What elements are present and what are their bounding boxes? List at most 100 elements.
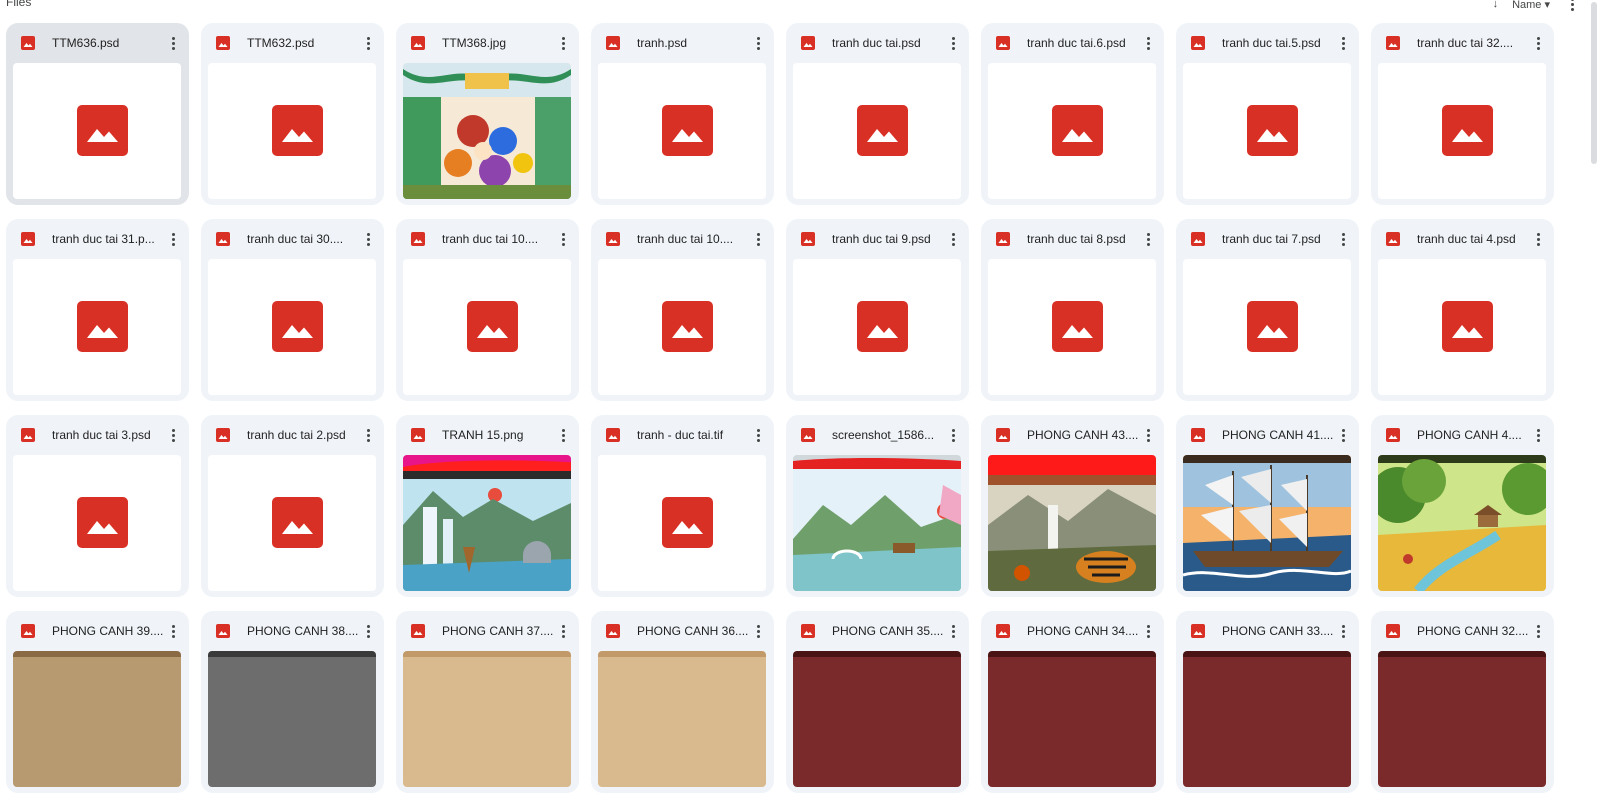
more-vert-icon[interactable] <box>1530 425 1546 445</box>
file-name: tranh.psd <box>637 36 688 50</box>
more-vert-icon[interactable] <box>360 621 376 641</box>
file-name: PHONG CANH 32.... <box>1417 624 1529 638</box>
more-vert-icon[interactable] <box>945 33 961 53</box>
image-file-icon <box>995 231 1011 247</box>
file-name: PHONG CANH 43.... <box>1027 428 1139 442</box>
file-tile[interactable]: PHONG CANH 43.... <box>981 415 1164 597</box>
file-tile[interactable]: tranh duc tai.psd <box>786 23 969 205</box>
more-vert-icon[interactable] <box>555 33 571 53</box>
file-tile[interactable]: PHONG CANH 39.... <box>6 611 189 793</box>
more-vert-icon[interactable] <box>1335 621 1351 641</box>
file-tile[interactable]: PHONG CANH 32.... <box>1371 611 1554 793</box>
file-name: tranh duc tai 7.psd <box>1222 232 1321 246</box>
file-tile-header: PHONG CANH 34.... <box>981 611 1164 651</box>
more-vert-icon[interactable] <box>1530 621 1546 641</box>
file-tile[interactable]: tranh duc tai 10.... <box>591 219 774 401</box>
file-tile-header: tranh duc tai 8.psd <box>981 219 1164 259</box>
file-tile-header: tranh duc tai 4.psd <box>1371 219 1554 259</box>
file-tile[interactable]: PHONG CANH 33.... <box>1176 611 1359 793</box>
file-tile[interactable]: tranh.psd <box>591 23 774 205</box>
more-vert-icon[interactable] <box>555 229 571 249</box>
file-tile[interactable]: screenshot_1586... <box>786 415 969 597</box>
file-tile[interactable]: tranh duc tai 4.psd <box>1371 219 1554 401</box>
file-tile[interactable]: PHONG CANH 41.... <box>1176 415 1359 597</box>
more-vert-icon[interactable] <box>1140 33 1156 53</box>
sort-direction-icon[interactable]: ↓ <box>1493 0 1499 10</box>
file-thumbnail <box>988 651 1156 787</box>
more-vert-icon[interactable] <box>555 621 571 641</box>
more-vert-icon[interactable] <box>1530 229 1546 249</box>
file-thumbnail <box>403 259 571 395</box>
file-tile[interactable]: PHONG CANH 36.... <box>591 611 774 793</box>
file-tile[interactable]: tranh duc tai.5.psd <box>1176 23 1359 205</box>
more-vert-icon[interactable] <box>360 229 376 249</box>
more-vert-icon[interactable] <box>1335 33 1351 53</box>
file-tile[interactable]: PHONG CANH 34.... <box>981 611 1164 793</box>
file-name: screenshot_1586... <box>832 428 935 442</box>
more-vert-icon[interactable] <box>165 425 181 445</box>
file-name: PHONG CANH 33.... <box>1222 624 1334 638</box>
file-tile[interactable]: tranh - duc tai.tif <box>591 415 774 597</box>
file-tile[interactable]: TTM632.psd <box>201 23 384 205</box>
more-vert-icon[interactable] <box>360 425 376 445</box>
image-file-icon <box>995 623 1011 639</box>
file-tile-header: tranh duc tai.5.psd <box>1176 23 1359 63</box>
more-vert-icon[interactable] <box>555 425 571 445</box>
file-tile[interactable]: tranh duc tai 10.... <box>396 219 579 401</box>
image-file-icon <box>995 35 1011 51</box>
more-vert-icon[interactable] <box>165 621 181 641</box>
more-vert-icon[interactable] <box>1335 425 1351 445</box>
file-tile[interactable]: tranh duc tai 3.psd <box>6 415 189 597</box>
file-name: PHONG CANH 38.... <box>247 624 359 638</box>
file-name: tranh duc tai 4.psd <box>1417 232 1516 246</box>
more-vert-icon[interactable] <box>945 425 961 445</box>
sort-by-button[interactable]: Name ▾ <box>1512 0 1550 11</box>
image-file-icon <box>1190 427 1206 443</box>
more-vert-icon[interactable] <box>1140 229 1156 249</box>
file-tile[interactable]: TRANH 15.png <box>396 415 579 597</box>
file-thumbnail <box>988 455 1156 591</box>
file-tile[interactable]: tranh duc tai 2.psd <box>201 415 384 597</box>
file-name: PHONG CANH 37.... <box>442 624 554 638</box>
file-tile[interactable]: PHONG CANH 35.... <box>786 611 969 793</box>
file-tile[interactable]: tranh duc tai 8.psd <box>981 219 1164 401</box>
file-thumbnail <box>208 259 376 395</box>
more-vert-icon[interactable] <box>1335 229 1351 249</box>
file-tile[interactable]: tranh duc tai 32.... <box>1371 23 1554 205</box>
file-tile[interactable]: TTM636.psd <box>6 23 189 205</box>
more-vert-icon[interactable] <box>1140 425 1156 445</box>
more-vert-icon[interactable] <box>750 425 766 445</box>
file-name: PHONG CANH 4.... <box>1417 428 1522 442</box>
file-tile[interactable]: PHONG CANH 4.... <box>1371 415 1554 597</box>
more-vert-icon[interactable] <box>945 621 961 641</box>
file-tile[interactable]: tranh duc tai.6.psd <box>981 23 1164 205</box>
section-title: Files <box>6 0 32 9</box>
file-tile[interactable]: tranh duc tai 7.psd <box>1176 219 1359 401</box>
more-vert-icon[interactable] <box>750 229 766 249</box>
image-file-icon <box>800 231 816 247</box>
file-tile[interactable]: PHONG CANH 38.... <box>201 611 384 793</box>
more-vert-icon[interactable] <box>750 621 766 641</box>
file-tile-header: PHONG CANH 37.... <box>396 611 579 651</box>
scrollbar-thumb[interactable] <box>1591 2 1597 164</box>
more-vert-icon[interactable] <box>360 33 376 53</box>
more-vert-icon[interactable] <box>945 229 961 249</box>
more-vert-icon[interactable] <box>1530 33 1546 53</box>
more-vert-icon[interactable] <box>750 33 766 53</box>
file-tile[interactable]: tranh duc tai 30.... <box>201 219 384 401</box>
file-tile-header: tranh duc tai 10.... <box>396 219 579 259</box>
image-file-icon <box>20 231 36 247</box>
file-tile-header: tranh - duc tai.tif <box>591 415 774 455</box>
more-vert-icon[interactable] <box>165 229 181 249</box>
file-tile[interactable]: tranh duc tai 9.psd <box>786 219 969 401</box>
chevron-down-icon: ▾ <box>1544 0 1550 11</box>
file-tile[interactable]: PHONG CANH 37.... <box>396 611 579 793</box>
more-vert-icon[interactable] <box>165 33 181 53</box>
file-thumbnail <box>988 63 1156 199</box>
file-tile[interactable]: tranh duc tai 31.p... <box>6 219 189 401</box>
image-file-icon <box>20 427 36 443</box>
file-name: tranh duc tai 10.... <box>637 232 734 246</box>
file-tile[interactable]: TTM368.jpg <box>396 23 579 205</box>
view-options-icon[interactable] <box>1564 0 1580 14</box>
more-vert-icon[interactable] <box>1140 621 1156 641</box>
